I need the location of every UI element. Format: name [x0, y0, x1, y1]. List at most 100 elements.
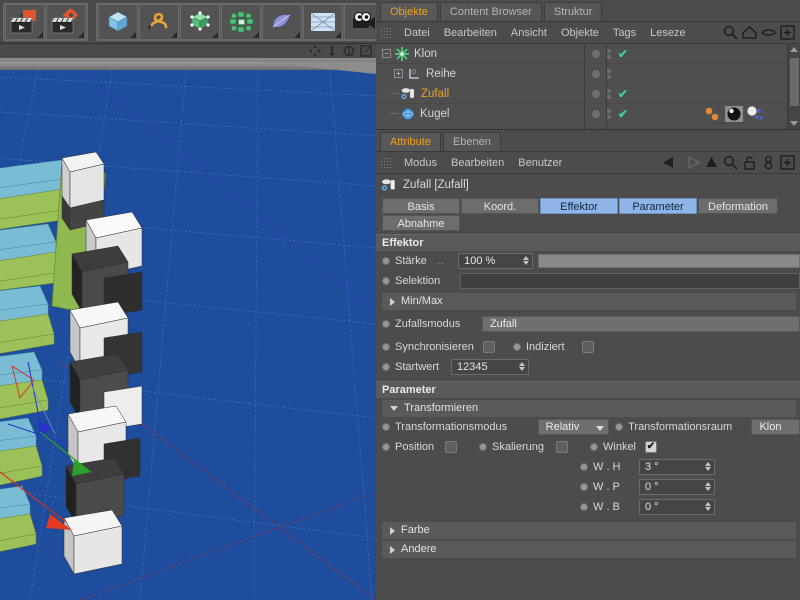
menu-tags[interactable]: Tags — [606, 22, 643, 44]
white-material-tag[interactable] — [746, 105, 764, 122]
winkel-b-input[interactable]: 0 ° — [639, 499, 715, 515]
table-row[interactable]: Kugel ✔ — [376, 104, 800, 124]
position-anim-dot[interactable] — [382, 443, 390, 451]
tab-ebenen[interactable]: Ebenen — [442, 132, 501, 151]
visibility-dot[interactable] — [592, 109, 600, 118]
deformer-button[interactable] — [262, 3, 302, 40]
selektion-anim-dot[interactable] — [382, 277, 390, 285]
table-row[interactable]: + 0 Reihe — [376, 64, 800, 84]
grip-handle-icon[interactable] — [380, 27, 392, 38]
table-row-selected[interactable]: Zufall ✔ — [376, 84, 800, 104]
tab-objekte[interactable]: Objekte — [380, 2, 438, 21]
menu-ansicht[interactable]: Ansicht — [504, 22, 554, 44]
visibility-toggle-pair[interactable] — [607, 108, 611, 119]
menu-bearbeiten[interactable]: Bearbeiten — [437, 22, 504, 44]
visibility-toggle-pair[interactable] — [607, 88, 611, 99]
staerke-input[interactable]: 100 % — [458, 253, 533, 269]
dolly-view-icon[interactable] — [326, 45, 338, 57]
menu-modus[interactable]: Modus — [397, 152, 444, 174]
minmax-fold[interactable]: Min/Max — [382, 293, 796, 310]
pan-view-icon[interactable] — [309, 45, 321, 57]
tab-struktur[interactable]: Struktur — [543, 2, 603, 21]
forward-arrow-icon[interactable] — [683, 154, 701, 171]
indiziert-anim-dot[interactable] — [513, 343, 521, 351]
staerke-slider[interactable] — [537, 254, 800, 268]
winkel-p-input[interactable]: 0 ° — [639, 479, 715, 495]
maximize-view-icon[interactable] — [360, 45, 372, 57]
object-tree[interactable]: − Klon ✔ + 0 Reihe Zufall ✔ Kugel ✔ — [376, 44, 800, 130]
transformationsraum-anim-dot[interactable] — [615, 423, 624, 431]
transformieren-fold[interactable]: Transformieren — [382, 400, 796, 417]
menu-leseze[interactable]: Leseze — [643, 22, 692, 44]
synchronisieren-anim-dot[interactable] — [382, 343, 390, 351]
zufallsmodus-select[interactable]: Zufall — [481, 316, 800, 332]
tab-parameter[interactable]: Parameter — [619, 198, 697, 214]
winkel-h-stepper[interactable] — [705, 462, 711, 471]
mograph-color-tag[interactable] — [704, 106, 722, 122]
tab-content-browser[interactable]: Content Browser — [439, 2, 542, 21]
visibility-dot[interactable] — [592, 89, 600, 98]
expander-toggle[interactable]: − — [382, 49, 391, 58]
black-material-tag[interactable] — [725, 105, 743, 122]
selektion-input[interactable] — [460, 273, 800, 289]
winkel-checkbox[interactable] — [645, 441, 657, 453]
winkel-b-anim-dot[interactable] — [580, 503, 588, 511]
search-icon[interactable] — [722, 154, 739, 171]
lock-open-icon[interactable] — [741, 154, 758, 171]
enabled-check-icon[interactable]: ✔ — [618, 47, 628, 61]
scroll-up-arrow-icon[interactable] — [790, 47, 798, 52]
eye-icon[interactable] — [760, 24, 777, 41]
winkel-p-anim-dot[interactable] — [580, 483, 588, 491]
tab-effektor[interactable]: Effektor — [540, 198, 618, 214]
synchronisieren-checkbox[interactable] — [483, 341, 495, 353]
menu-datei[interactable]: Datei — [397, 22, 437, 44]
up-arrow-icon[interactable] — [703, 154, 720, 171]
mograph-button[interactable] — [221, 3, 261, 40]
visibility-toggle-pair[interactable] — [607, 48, 611, 59]
skalierung-checkbox[interactable] — [556, 441, 568, 453]
tab-basis[interactable]: Basis — [382, 198, 460, 214]
winkel-b-stepper[interactable] — [705, 502, 711, 511]
rotate-view-icon[interactable] — [343, 45, 355, 57]
pin-icon[interactable] — [760, 154, 777, 171]
startwert-input[interactable]: 12345 — [451, 359, 529, 375]
menu-benutzer[interactable]: Benutzer — [511, 152, 569, 174]
winkel-p-stepper[interactable] — [705, 482, 711, 491]
winkel-h-input[interactable]: 3 ° — [639, 459, 715, 475]
plus-box-icon[interactable] — [779, 24, 796, 41]
transformationsraum-select[interactable]: Klon — [751, 419, 800, 435]
viewport-3d[interactable] — [0, 44, 376, 600]
object-tree-scrollbar[interactable] — [787, 44, 800, 129]
winkel-anim-dot[interactable] — [590, 443, 598, 451]
winkel-h-anim-dot[interactable] — [580, 463, 588, 471]
scrollbar-thumb[interactable] — [790, 58, 799, 106]
table-row[interactable]: − Klon ✔ — [376, 44, 800, 64]
startwert-anim-dot[interactable] — [382, 363, 390, 371]
menu-objekte[interactable]: Objekte — [554, 22, 606, 44]
spline-button[interactable] — [139, 3, 179, 40]
enabled-check-icon[interactable]: ✔ — [618, 87, 628, 101]
visibility-dot[interactable] — [592, 49, 600, 58]
andere-fold[interactable]: Andere — [382, 541, 796, 558]
grip-handle-icon[interactable] — [380, 157, 392, 168]
tab-deformation[interactable]: Deformation — [698, 198, 778, 214]
transformationsmodus-select[interactable]: Relativ — [537, 419, 610, 435]
staerke-anim-dot[interactable] — [382, 257, 390, 265]
render-settings-button[interactable] — [46, 3, 86, 40]
startwert-stepper[interactable] — [519, 362, 525, 371]
farbe-fold[interactable]: Farbe — [382, 522, 796, 539]
expander-toggle[interactable]: + — [394, 69, 403, 78]
position-checkbox[interactable] — [445, 441, 457, 453]
indiziert-checkbox[interactable] — [582, 341, 594, 353]
scroll-down-arrow-icon[interactable] — [790, 121, 798, 126]
staerke-stepper[interactable] — [522, 256, 529, 265]
generator-button[interactable] — [180, 3, 220, 40]
enabled-check-icon[interactable]: ✔ — [618, 107, 628, 121]
home-icon[interactable] — [741, 24, 758, 41]
plus-box-icon[interactable] — [779, 154, 796, 171]
primitive-cube-button[interactable] — [98, 3, 138, 40]
menu-bearbeiten[interactable]: Bearbeiten — [444, 152, 511, 174]
back-arrow-icon[interactable] — [661, 154, 681, 171]
zufallsmodus-anim-dot[interactable] — [382, 320, 390, 328]
tab-abnahme[interactable]: Abnahme — [382, 215, 460, 231]
